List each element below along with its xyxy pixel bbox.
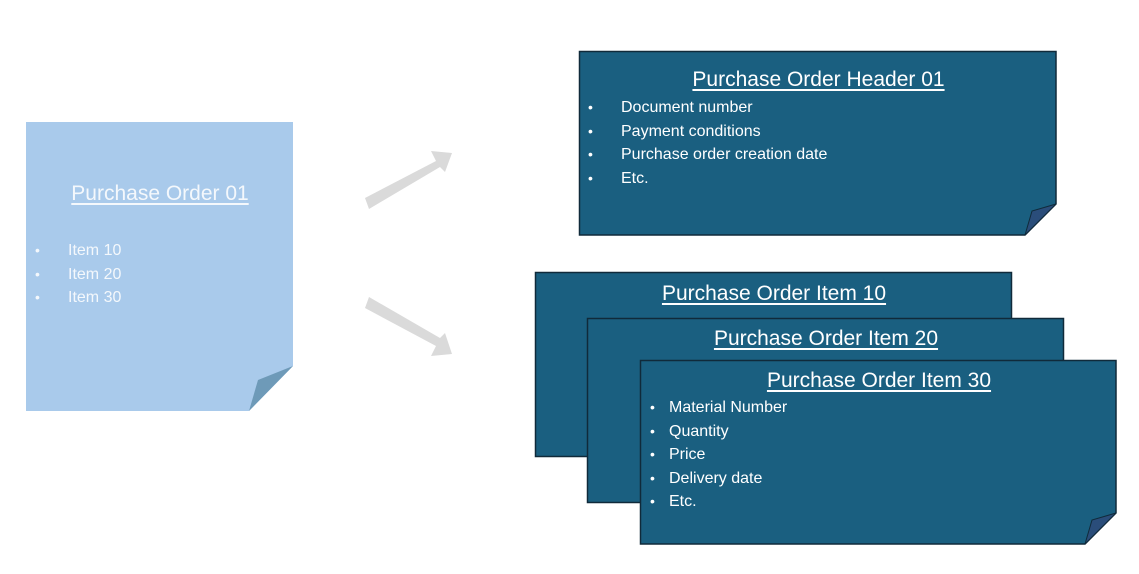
po-item-30-title: Purchase Order Item 30 bbox=[766, 369, 992, 392]
purchase-order-item-list: • Item 10 • Item 20 • Item 30 bbox=[26, 239, 121, 310]
list-item: • Item 20 bbox=[26, 263, 121, 287]
list-item: • Item 30 bbox=[26, 286, 121, 310]
bullet-icon: • bbox=[650, 493, 655, 509]
list-item: • Price bbox=[640, 443, 787, 467]
list-item: • Payment conditions bbox=[579, 120, 827, 144]
list-item: • Delivery date bbox=[640, 467, 787, 491]
po-header-note: Purchase Order Header 01 • Document numbe… bbox=[578, 50, 1058, 236]
bullet-icon: • bbox=[650, 446, 655, 462]
list-item: • Document number bbox=[579, 96, 827, 120]
list-item: • Etc. bbox=[640, 490, 787, 514]
purchase-order-title: Purchase Order 01 bbox=[71, 182, 249, 205]
bullet-icon: • bbox=[588, 99, 593, 115]
bullet-icon: • bbox=[588, 122, 593, 139]
po-item-30-note: Purchase Order Item 30 • Material Number … bbox=[639, 359, 1118, 545]
bullet-icon: • bbox=[35, 289, 40, 305]
bullet-icon: • bbox=[35, 242, 40, 258]
arrow-to-items bbox=[365, 297, 452, 356]
arrow-to-header bbox=[365, 151, 452, 209]
po-item-30-field-list: • Material Number • Quantity • Price • Deliv… bbox=[640, 396, 787, 514]
purchase-order-note: Purchase Order 01 • Item 10 • Item 20 • Ite… bbox=[26, 122, 294, 412]
bullet-icon: • bbox=[588, 146, 593, 162]
bullet-icon: • bbox=[650, 399, 655, 415]
po-item-10-title: Purchase Order Item 10 bbox=[661, 282, 887, 305]
po-header-title: Purchase Order Header 01 bbox=[692, 68, 945, 91]
list-item: • Quantity bbox=[640, 420, 787, 444]
bullet-icon: • bbox=[35, 265, 40, 282]
po-header-field-list: • Document number • Payment conditions • Pu… bbox=[579, 96, 827, 190]
list-item: • Purchase order creation date bbox=[579, 143, 827, 167]
bullet-icon: • bbox=[588, 169, 593, 186]
po-item-20-title: Purchase Order Item 20 bbox=[713, 327, 939, 350]
bullet-icon: • bbox=[650, 422, 655, 439]
list-item: • Item 10 bbox=[26, 239, 121, 263]
bullet-icon: • bbox=[650, 469, 655, 486]
list-item: • Etc. bbox=[579, 167, 827, 191]
list-item: • Material Number bbox=[640, 396, 787, 420]
